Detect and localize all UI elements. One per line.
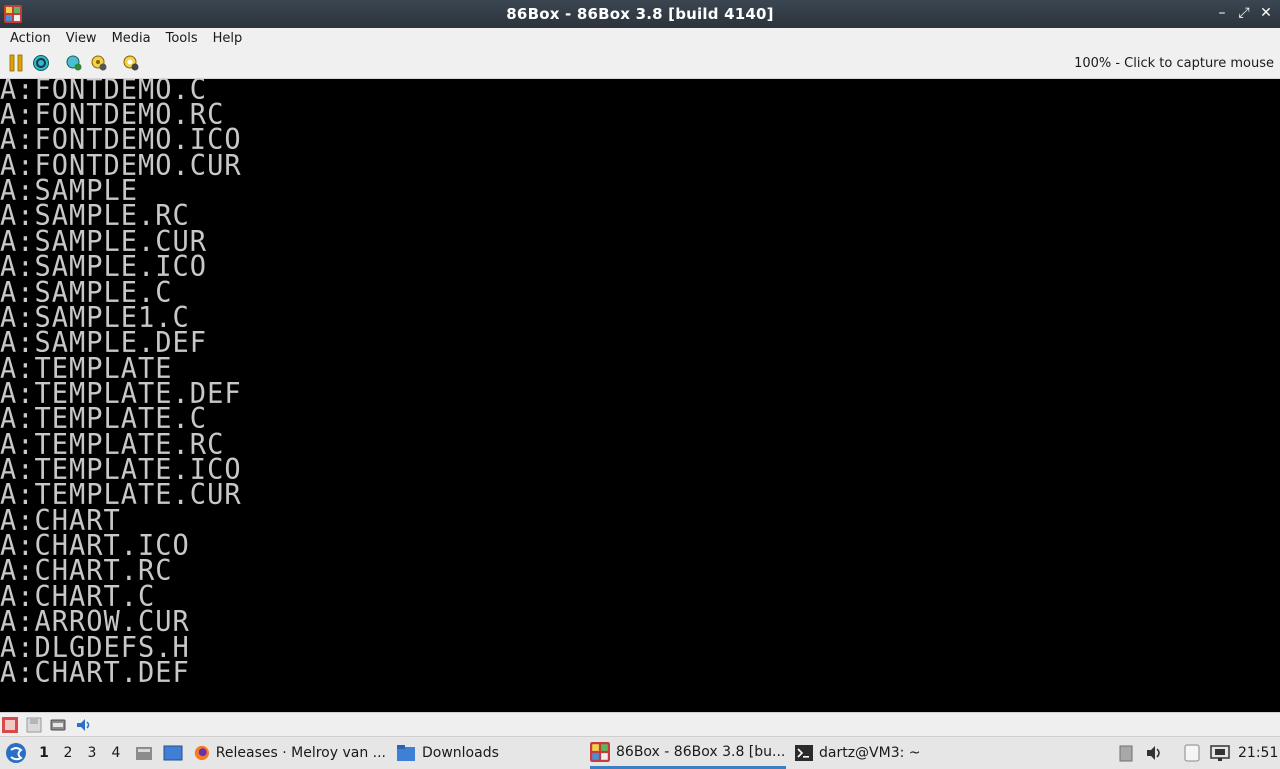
minimize-button[interactable]: –: [1214, 4, 1230, 22]
notes-icon: [1184, 744, 1200, 762]
maximize-button[interactable]: ⤢: [1236, 4, 1252, 22]
sound-icon[interactable]: [75, 717, 91, 733]
task-label: dartz@VM3: ~: [819, 745, 921, 761]
menu-view[interactable]: View: [56, 31, 102, 46]
tray-clipboard[interactable]: [1117, 737, 1135, 769]
close-button[interactable]: ✕: [1258, 4, 1274, 22]
clock[interactable]: 21:51: [1238, 737, 1278, 769]
file-manager-icon: [136, 747, 152, 760]
hard-reset-icon[interactable]: [65, 54, 83, 72]
task-86box[interactable]: 86Box - 86Box 3.8 [bu...: [590, 737, 786, 769]
workspace-3[interactable]: 3: [81, 737, 103, 769]
machine-icon[interactable]: [2, 717, 18, 733]
86box-icon: [590, 741, 610, 762]
emulator-screen[interactable]: A:FONTDEMO.C A:FONTDEMO.RC A:FONTDEMO.IC…: [0, 79, 1280, 712]
menu-help[interactable]: Help: [203, 31, 248, 46]
desktop-icon: [163, 745, 183, 761]
task-label: Releases · Melroy van ...: [215, 745, 386, 761]
window-titlebar: 86Box - 86Box 3.8 [build 4140] – ⤢ ✕: [0, 0, 1280, 28]
task-label: 86Box - 86Box 3.8 [bu...: [616, 743, 786, 760]
taskbar: 1 2 3 4 Releases · Melroy van ... Downlo…: [0, 736, 1280, 769]
pause-icon[interactable]: [7, 54, 25, 72]
window-title: 86Box - 86Box 3.8 [build 4140]: [506, 5, 774, 23]
settings-icon[interactable]: [90, 54, 108, 72]
task-firefox[interactable]: Releases · Melroy van ...: [194, 737, 386, 769]
network-icon: [1210, 745, 1230, 761]
menu-tools[interactable]: Tools: [156, 31, 203, 46]
menu-action[interactable]: Action: [0, 31, 56, 46]
start-menu-icon: [6, 743, 26, 763]
toolbar: 100% - Click to capture mouse: [0, 48, 1280, 79]
terminal-icon: [795, 745, 813, 761]
dos-line: A:CHART.DEF: [0, 656, 190, 690]
desktop-launcher[interactable]: [162, 737, 184, 769]
file-manager-launcher[interactable]: [134, 737, 154, 769]
ctrl-alt-del-icon[interactable]: [32, 54, 50, 72]
workspace-4[interactable]: 4: [105, 737, 127, 769]
task-terminal[interactable]: dartz@VM3: ~: [795, 737, 935, 769]
folder-icon: [397, 745, 415, 761]
screenshot-icon[interactable]: [122, 54, 140, 72]
workspace-1[interactable]: 1: [33, 737, 55, 769]
menu-bar: Action View Media Tools Help: [0, 28, 1280, 48]
tray-notes[interactable]: [1180, 737, 1204, 769]
floppy-icon[interactable]: [26, 717, 42, 733]
firefox-icon: [194, 745, 209, 761]
task-downloads[interactable]: Downloads: [396, 737, 506, 769]
tray-volume[interactable]: [1144, 737, 1166, 769]
hdd-icon[interactable]: [50, 717, 66, 733]
workspace-2[interactable]: 2: [57, 737, 79, 769]
clipboard-icon: [1119, 745, 1133, 762]
task-label: Downloads: [422, 745, 499, 761]
start-menu-button[interactable]: [4, 737, 28, 769]
status-bar: [0, 712, 1280, 737]
capture-mouse-status[interactable]: 100% - Click to capture mouse: [1074, 56, 1274, 71]
tray-network[interactable]: [1208, 737, 1232, 769]
volume-icon: [1147, 746, 1160, 760]
menu-media[interactable]: Media: [102, 31, 156, 46]
